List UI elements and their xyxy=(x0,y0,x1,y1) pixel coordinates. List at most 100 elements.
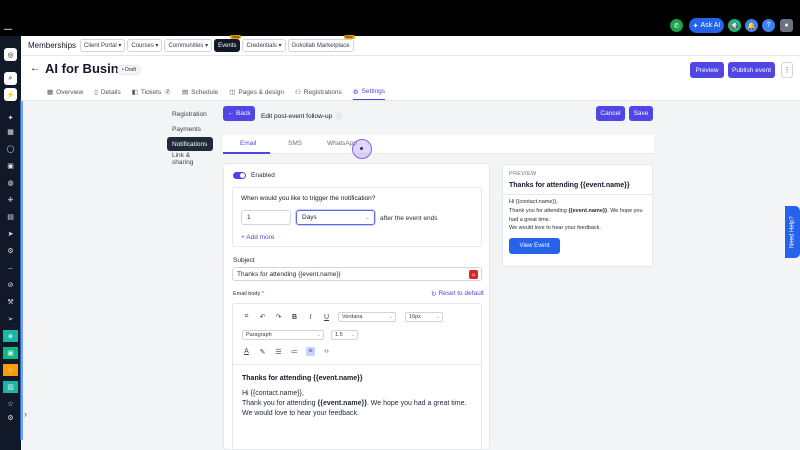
tab-label: Schedule xyxy=(191,88,219,96)
app-sidebar: ◎ ⌕ ⚡ ✦ ▦ ◯ ▣ ◍ ⁜ ▤ ➤ ⚙ – ⊘ ⚒ ➢ ◈ ▣ ⌂ ▨ … xyxy=(0,36,21,450)
avatar[interactable]: ● xyxy=(780,19,793,32)
settings-nav-registration[interactable]: Registration xyxy=(167,107,213,121)
chevron-down-icon: ▾ xyxy=(116,43,122,49)
chevron-down-icon: ⌄ xyxy=(350,332,355,338)
reputation-icon[interactable]: ◈ xyxy=(3,330,18,342)
tab-overview[interactable]: ▦ Overview xyxy=(47,84,83,100)
dashboard-icon[interactable]: ▦ xyxy=(3,126,18,138)
bolt-icon[interactable]: ⚡ xyxy=(4,88,17,101)
tab-schedule[interactable]: ▤ Schedule xyxy=(182,84,218,100)
help-icon[interactable]: ? xyxy=(762,19,775,32)
phone-icon[interactable]: ✆ xyxy=(670,19,683,32)
line-height-select[interactable]: 1.5 ⌄ xyxy=(331,330,358,340)
send-icon[interactable]: ➢ xyxy=(3,313,18,325)
cancel-button[interactable]: Cancel xyxy=(596,106,625,121)
more-icon[interactable]: – xyxy=(3,262,18,274)
ask-ai-button[interactable]: ✦ Ask AI xyxy=(689,18,724,33)
calendar-nav-icon[interactable]: ▣ xyxy=(3,160,18,172)
tab-settings[interactable]: ⚙ Settings xyxy=(352,84,386,100)
italic-icon[interactable]: I xyxy=(306,313,315,322)
required-mark: * xyxy=(261,291,264,297)
chevron-down-icon: ⌄ xyxy=(388,314,393,320)
email-body-editor[interactable]: ⌗ ↶ ↷ B I U Verdana ⌄ 16px ⌄ Paragraph ⌄ 1.… xyxy=(232,303,482,450)
size-value: 16px xyxy=(409,314,421,320)
back-arrow-icon[interactable]: ← xyxy=(30,63,40,74)
nav-credentials[interactable]: Credentials ▾ xyxy=(242,39,286,52)
preview-button[interactable]: Preview xyxy=(690,62,724,78)
settings-nav-link-sharing[interactable]: Link & sharing xyxy=(167,152,213,166)
nav-label: Gokollab Marketplace xyxy=(291,42,350,49)
sites-icon[interactable]: ⊘ xyxy=(3,279,18,291)
payments-icon[interactable]: ▤ xyxy=(3,211,18,223)
highlight-icon[interactable]: ✎ xyxy=(258,347,267,356)
nav-client-portal[interactable]: Client Portal ▾ xyxy=(80,39,126,52)
bold-icon[interactable]: B xyxy=(290,313,299,322)
numbered-list-icon[interactable]: ≔ xyxy=(290,347,299,356)
font-family-select[interactable]: Verdana ⌄ xyxy=(338,312,396,322)
trigger-amount-input[interactable]: 1 xyxy=(241,210,291,225)
tab-pages-design[interactable]: ◫ Pages & design xyxy=(229,84,284,100)
subject-input[interactable]: Thanks for attending {{event.name}} ☺ xyxy=(232,267,482,281)
font-size-select[interactable]: 16px ⌄ xyxy=(405,312,443,322)
align-left-icon[interactable]: ≡ xyxy=(306,347,315,356)
tag-icon[interactable]: ⌗ xyxy=(242,313,251,322)
location-switcher-icon[interactable]: ◎ xyxy=(4,48,17,61)
star-icon[interactable]: ☆ xyxy=(3,398,18,410)
nav-courses[interactable]: Courses ▾ xyxy=(127,39,163,52)
tab-email[interactable]: Email xyxy=(240,140,256,147)
code-icon[interactable]: ‹› xyxy=(322,347,331,356)
bell-icon[interactable]: 🔔 xyxy=(745,19,758,32)
nav-label: Credentials xyxy=(246,42,277,49)
undo-icon[interactable]: ↶ xyxy=(258,313,267,322)
reset-to-default-link[interactable]: ↻ Reset to default xyxy=(431,290,484,298)
calendar-icon: ▤ xyxy=(182,89,189,96)
megaphone-icon[interactable]: 📢 xyxy=(728,19,741,32)
tab-registrations[interactable]: ⚇ Registrations xyxy=(295,84,342,100)
preview-greeting: Hi {{contact.name}}, xyxy=(509,199,558,205)
tab-sms[interactable]: SMS xyxy=(288,140,302,147)
underline-icon[interactable]: U xyxy=(322,313,331,322)
settings-nav-icon[interactable]: ⚙ xyxy=(3,412,18,424)
home-icon[interactable]: ⌂ xyxy=(3,364,18,376)
chevron-down-icon: ⌄ xyxy=(364,215,370,221)
tab-details[interactable]: ▯ Details xyxy=(94,84,120,100)
marketing-icon[interactable]: ➤ xyxy=(3,228,18,240)
bullet-list-icon[interactable]: ☰ xyxy=(274,347,283,356)
channel-tabs: Email SMS WhatsApp xyxy=(223,135,654,154)
trigger-card: When would you like to trigger the notif… xyxy=(232,187,482,247)
users-icon: ⚇ xyxy=(294,89,301,96)
status-label: Draft xyxy=(125,67,136,73)
search-icon[interactable]: ⌕ xyxy=(4,72,17,85)
redo-icon[interactable]: ↷ xyxy=(274,313,283,322)
reporting-icon[interactable]: ▣ xyxy=(3,347,18,359)
preview-event-var: {{event.name}} xyxy=(568,208,608,214)
enabled-toggle[interactable] xyxy=(233,172,246,179)
enabled-label: Enabled xyxy=(251,172,275,179)
chevron-right-icon[interactable]: › xyxy=(24,409,27,419)
nav-communities[interactable]: Communities ▾ xyxy=(164,39,213,52)
text-color-icon[interactable]: A xyxy=(242,347,251,356)
save-button[interactable]: Save xyxy=(629,106,653,121)
settings-nav-payments[interactable]: Payments xyxy=(167,122,213,136)
nav-marketplace[interactable]: Gokollab Marketplace New xyxy=(287,35,355,52)
tab-tickets[interactable]: ◧ Tickets 2 xyxy=(132,84,171,100)
publish-event-button[interactable]: Publish event xyxy=(728,62,775,78)
chat-icon[interactable]: ◯ xyxy=(3,143,18,155)
block-format-select[interactable]: Paragraph ⌄ xyxy=(242,330,324,340)
back-button[interactable]: ← Back xyxy=(223,106,255,121)
media-icon[interactable]: ▨ xyxy=(3,381,18,393)
trigger-unit-select[interactable]: Days ⌄ xyxy=(296,210,375,225)
need-help-button[interactable]: Need Help? xyxy=(785,206,800,258)
pipeline-icon[interactable]: ⁜ xyxy=(3,194,18,206)
settings-nav-notifications[interactable]: Notifications xyxy=(167,137,213,151)
view-event-button[interactable]: View Event xyxy=(509,238,560,254)
add-more-link[interactable]: + Add more xyxy=(241,234,274,241)
automation-icon[interactable]: ⚙ xyxy=(3,245,18,257)
memberships-icon[interactable]: ⚒ xyxy=(3,296,18,308)
contacts-icon[interactable]: ◍ xyxy=(3,177,18,189)
settings-nav: Registration Payments Notifications Link… xyxy=(167,107,213,167)
more-options-icon[interactable]: ⋮ xyxy=(781,62,793,78)
sparkle-nav-icon[interactable]: ✦ xyxy=(3,112,18,124)
emoji-picker-icon[interactable]: ☺ xyxy=(469,270,478,279)
nav-events[interactable]: Events Beta xyxy=(214,35,242,52)
